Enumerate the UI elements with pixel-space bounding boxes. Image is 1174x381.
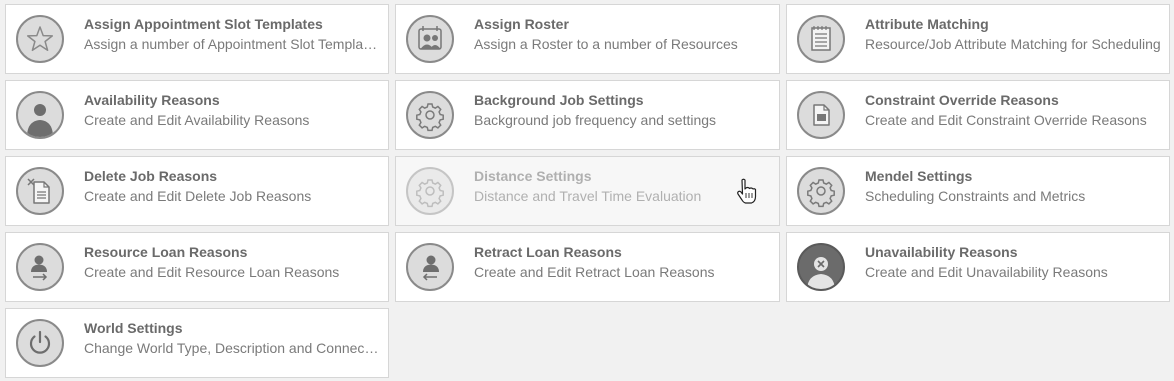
tile-constraint-override-reasons[interactable]: Constraint Override Reasons Create and E… [786, 80, 1170, 150]
tile-description: Distance and Travel Time Evaluation [474, 188, 702, 204]
tile-description: Create and Edit Resource Loan Reasons [84, 264, 340, 280]
tile-description: Create and Edit Delete Job Reasons [84, 188, 312, 204]
tile-description: Create and Edit Availability Reasons [84, 112, 310, 128]
delete-document-icon [16, 167, 64, 215]
tile-description: Assign a Roster to a number of Resources [474, 36, 738, 52]
gear-icon [406, 91, 454, 139]
tile-title: Constraint Override Reasons [865, 92, 1059, 108]
tile-retract-loan-reasons[interactable]: Retract Loan Reasons Create and Edit Ret… [395, 232, 780, 302]
roster-icon [406, 15, 454, 63]
tile-description: Assign a number of Appointment Slot Temp… [84, 36, 380, 52]
tile-description: Create and Edit Retract Loan Reasons [474, 264, 715, 280]
tile-title: Unavailability Reasons [865, 244, 1018, 260]
tile-description: Resource/Job Attribute Matching for Sche… [865, 36, 1161, 52]
tile-title: Retract Loan Reasons [474, 244, 622, 260]
tile-title: Resource Loan Reasons [84, 244, 248, 260]
tile-mendel-settings[interactable]: Mendel Settings Scheduling Constraints a… [786, 156, 1170, 226]
tile-distance-settings[interactable]: Distance Settings Distance and Travel Ti… [395, 156, 780, 226]
tile-assign-appointment-slot-templates[interactable]: Assign Appointment Slot Templates Assign… [5, 4, 389, 74]
tile-description: Create and Edit Constraint Override Reas… [865, 112, 1147, 128]
star-icon [16, 15, 64, 63]
person-icon [16, 91, 64, 139]
tile-title: Assign Roster [474, 16, 569, 32]
tile-title: Distance Settings [474, 168, 592, 184]
person-unavailable-icon [797, 243, 845, 291]
tile-description: Change World Type, Description and Conne… [84, 340, 380, 356]
tile-title: World Settings [84, 320, 183, 336]
tile-world-settings[interactable]: World Settings Change World Type, Descri… [5, 308, 389, 378]
tile-resource-loan-reasons[interactable]: Resource Loan Reasons Create and Edit Re… [5, 232, 389, 302]
tile-description: Background job frequency and settings [474, 112, 717, 128]
document-icon [797, 91, 845, 139]
tile-background-job-settings[interactable]: Background Job Settings Background job f… [395, 80, 780, 150]
power-icon [16, 319, 64, 367]
gear-icon [797, 167, 845, 215]
person-arrow-left-icon [406, 243, 454, 291]
tile-attribute-matching[interactable]: Attribute Matching Resource/Job Attribut… [786, 4, 1170, 74]
settings-tile-grid: Assign Appointment Slot Templates Assign… [5, 4, 1170, 378]
notepad-icon [797, 15, 845, 63]
tile-title: Assign Appointment Slot Templates [84, 16, 323, 32]
tile-description: Scheduling Constraints and Metrics [865, 188, 1086, 204]
tile-title: Delete Job Reasons [84, 168, 218, 184]
tile-title: Availability Reasons [84, 92, 220, 108]
tile-title: Attribute Matching [865, 16, 989, 32]
tile-availability-reasons[interactable]: Availability Reasons Create and Edit Ava… [5, 80, 389, 150]
gear-icon [406, 167, 454, 215]
tile-title: Background Job Settings [474, 92, 644, 108]
tile-description: Create and Edit Unavailability Reasons [865, 264, 1108, 280]
tile-delete-job-reasons[interactable]: Delete Job Reasons Create and Edit Delet… [5, 156, 389, 226]
tile-title: Mendel Settings [865, 168, 973, 184]
tile-assign-roster[interactable]: Assign Roster Assign a Roster to a numbe… [395, 4, 780, 74]
person-arrow-right-icon [16, 243, 64, 291]
tile-unavailability-reasons[interactable]: Unavailability Reasons Create and Edit U… [786, 232, 1170, 302]
